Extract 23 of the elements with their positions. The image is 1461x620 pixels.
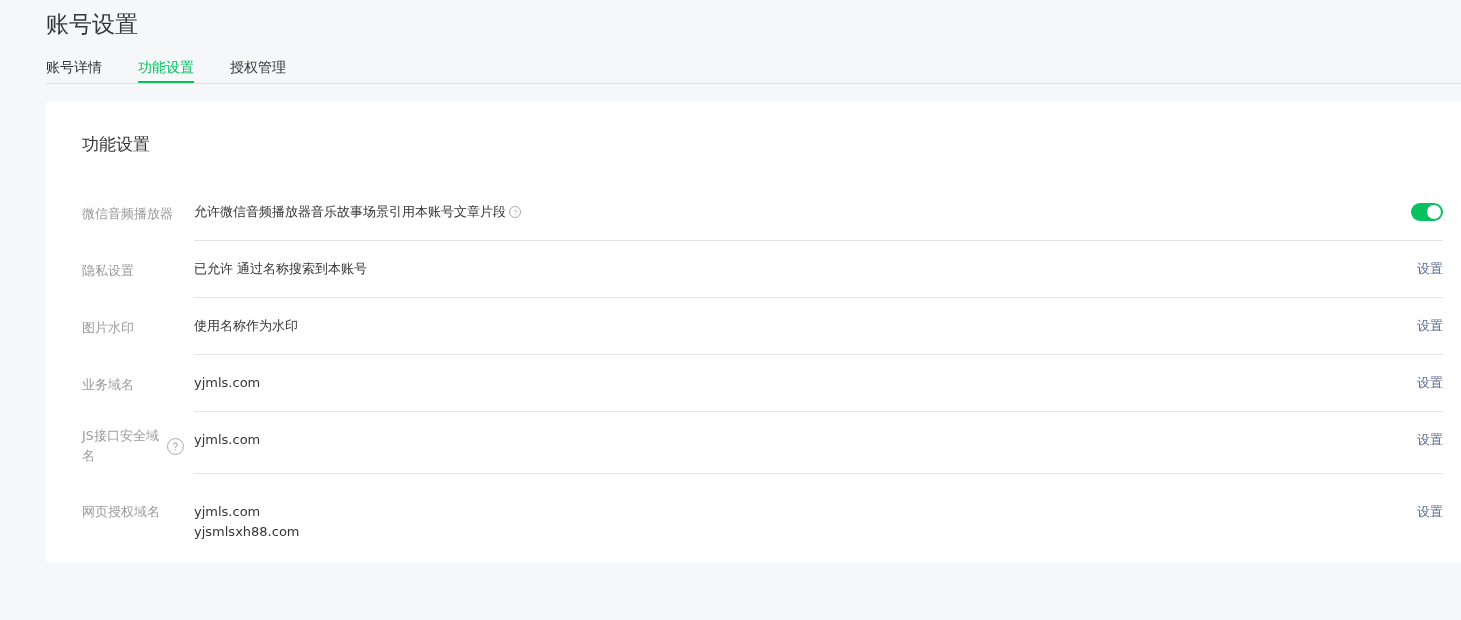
card-title: 功能设置	[82, 133, 151, 156]
setting-value: yjmls.com	[194, 431, 262, 449]
setting-label: 业务域名	[82, 375, 135, 394]
tab[interactable]: 账号详情	[46, 57, 102, 83]
setting-value: yjsmlsxh88.com	[194, 523, 301, 541]
settings-link[interactable]: 设置	[1417, 259, 1443, 279]
setting-label: 网页授权域名	[82, 503, 161, 521]
setting-value: 允许微信音频播放器音乐故事场景引用本账号文章片段	[194, 203, 506, 221]
setting-value: yjmls.com	[194, 374, 262, 392]
setting-value: 已允许 通过名称搜索到本账号	[194, 260, 369, 278]
setting-label: JS接口安全域名	[82, 427, 160, 465]
tab[interactable]: 授权管理	[230, 57, 286, 83]
setting-label: 微信音频播放器	[82, 204, 174, 223]
page-title: 账号设置	[46, 10, 139, 39]
setting-value: 使用名称作为水印	[194, 317, 299, 335]
settings-link[interactable]: 设置	[1417, 502, 1443, 522]
setting-label: 隐私设置	[82, 261, 135, 280]
settings-link[interactable]: 设置	[1417, 373, 1443, 393]
settings-link[interactable]: 设置	[1417, 316, 1443, 336]
setting-value: yjmls.com	[194, 503, 262, 521]
toggle-switch[interactable]	[1411, 203, 1443, 221]
settings-link[interactable]: 设置	[1417, 430, 1443, 450]
setting-label: 图片水印	[82, 318, 135, 337]
